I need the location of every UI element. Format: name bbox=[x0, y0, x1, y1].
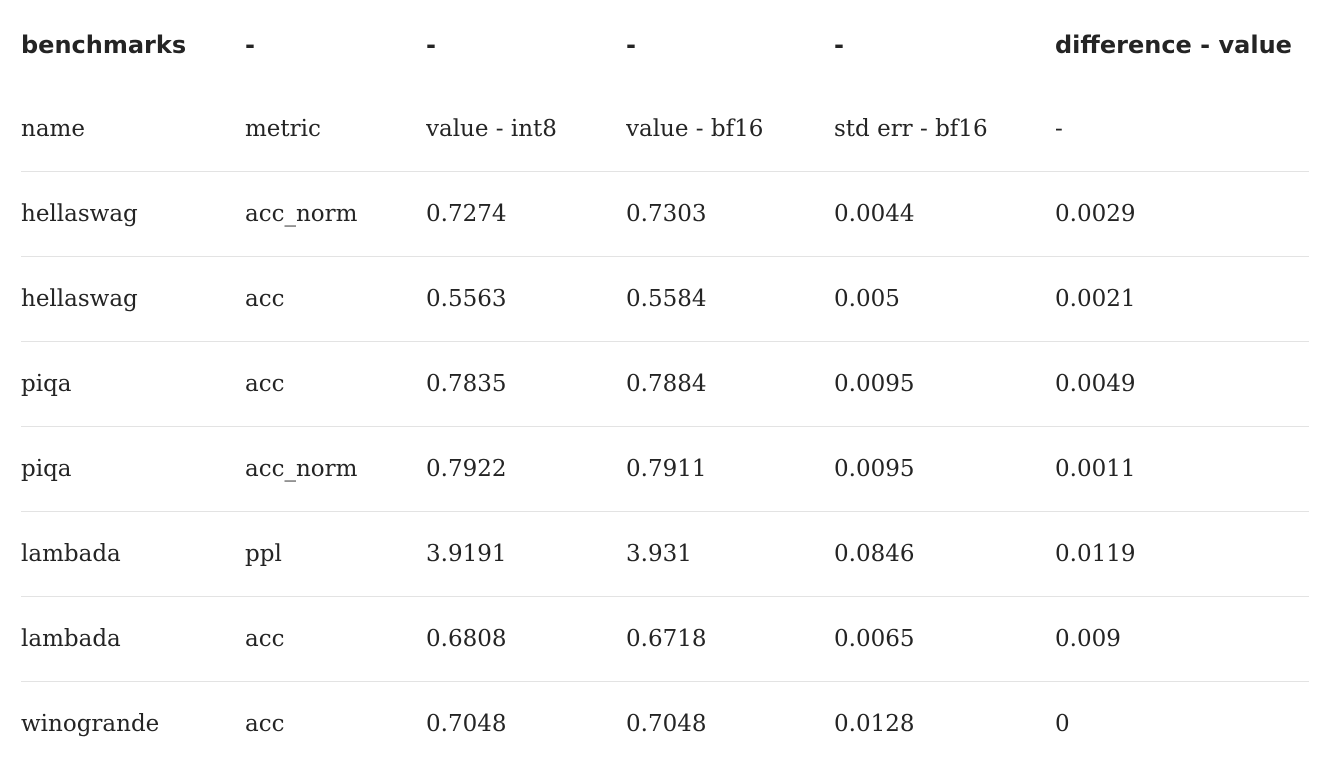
cell-name: lambada bbox=[21, 626, 121, 652]
cell-difference: 0.0049 bbox=[1055, 371, 1136, 397]
cell-name: piqa bbox=[21, 371, 72, 397]
cell-std-err-bf16: 0.0846 bbox=[834, 541, 915, 567]
cell-difference: 0.0029 bbox=[1055, 201, 1136, 227]
cell-value-int8: 0.7048 bbox=[426, 711, 507, 737]
table-row: name metric value - int8 value - bf16 st… bbox=[21, 87, 1309, 172]
cell-value-int8: value - int8 bbox=[426, 116, 557, 142]
cell-metric: acc bbox=[245, 286, 285, 312]
cell-value-int8: 0.7835 bbox=[426, 371, 507, 397]
cell-metric: acc bbox=[245, 371, 285, 397]
table-row: lambada acc 0.6808 0.6718 0.0065 0.009 bbox=[21, 597, 1309, 682]
cell-name: piqa bbox=[21, 456, 72, 482]
cell-std-err-bf16: 0.0065 bbox=[834, 626, 915, 652]
cell-difference: 0 bbox=[1055, 711, 1070, 737]
cell-metric: acc bbox=[245, 626, 285, 652]
table-header-row: benchmarks - - - - difference - value bbox=[21, 3, 1309, 87]
cell-value-bf16: 0.7048 bbox=[626, 711, 707, 737]
cell-name: hellaswag bbox=[21, 201, 138, 227]
header-metric-placeholder: - bbox=[245, 31, 255, 59]
cell-value-bf16: 3.931 bbox=[626, 541, 692, 567]
cell-metric: acc_norm bbox=[245, 456, 358, 482]
table-row: hellaswag acc_norm 0.7274 0.7303 0.0044 … bbox=[21, 172, 1309, 257]
cell-value-int8: 0.7922 bbox=[426, 456, 507, 482]
benchmark-table-container: benchmarks - - - - difference - value na… bbox=[21, 3, 1309, 766]
cell-std-err-bf16: 0.0044 bbox=[834, 201, 915, 227]
header-stderr-placeholder: - bbox=[834, 31, 844, 59]
table-row: piqa acc 0.7835 0.7884 0.0095 0.0049 bbox=[21, 342, 1309, 427]
cell-name: hellaswag bbox=[21, 286, 138, 312]
cell-metric: ppl bbox=[245, 541, 282, 567]
cell-std-err-bf16: std err - bf16 bbox=[834, 116, 988, 142]
cell-std-err-bf16: 0.0095 bbox=[834, 371, 915, 397]
table-row: lambada ppl 3.9191 3.931 0.0846 0.0119 bbox=[21, 512, 1309, 597]
cell-name: name bbox=[21, 116, 85, 142]
benchmark-table: benchmarks - - - - difference - value na… bbox=[21, 3, 1309, 766]
cell-std-err-bf16: 0.005 bbox=[834, 286, 900, 312]
cell-metric: metric bbox=[245, 116, 321, 142]
cell-value-int8: 0.7274 bbox=[426, 201, 507, 227]
cell-value-bf16: 0.6718 bbox=[626, 626, 707, 652]
header-benchmarks: benchmarks bbox=[21, 31, 187, 59]
cell-value-bf16: 0.7884 bbox=[626, 371, 707, 397]
table-row: winogrande acc 0.7048 0.7048 0.0128 0 bbox=[21, 682, 1309, 767]
table-row: hellaswag acc 0.5563 0.5584 0.005 0.0021 bbox=[21, 257, 1309, 342]
table-row: piqa acc_norm 0.7922 0.7911 0.0095 0.001… bbox=[21, 427, 1309, 512]
cell-std-err-bf16: 0.0128 bbox=[834, 711, 915, 737]
cell-value-bf16: value - bf16 bbox=[626, 116, 764, 142]
cell-value-bf16: 0.7911 bbox=[626, 456, 707, 482]
cell-name: lambada bbox=[21, 541, 121, 567]
cell-metric: acc bbox=[245, 711, 285, 737]
cell-value-int8: 0.6808 bbox=[426, 626, 507, 652]
header-bf16-placeholder: - bbox=[626, 31, 636, 59]
cell-metric: acc_norm bbox=[245, 201, 358, 227]
header-int8-placeholder: - bbox=[426, 31, 436, 59]
cell-difference: 0.0021 bbox=[1055, 286, 1136, 312]
header-difference-value: difference - value bbox=[1055, 31, 1292, 59]
cell-std-err-bf16: 0.0095 bbox=[834, 456, 915, 482]
cell-name: winogrande bbox=[21, 711, 160, 737]
cell-value-int8: 0.5563 bbox=[426, 286, 507, 312]
cell-difference: - bbox=[1055, 116, 1063, 142]
cell-difference: 0.0119 bbox=[1055, 541, 1136, 567]
cell-value-bf16: 0.5584 bbox=[626, 286, 707, 312]
cell-value-int8: 3.9191 bbox=[426, 541, 507, 567]
cell-difference: 0.009 bbox=[1055, 626, 1121, 652]
cell-value-bf16: 0.7303 bbox=[626, 201, 707, 227]
cell-difference: 0.0011 bbox=[1055, 456, 1136, 482]
